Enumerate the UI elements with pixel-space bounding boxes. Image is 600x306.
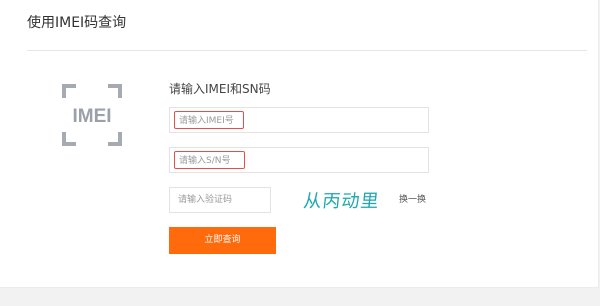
imei-logo-text: IMEI <box>72 106 111 127</box>
imei-placeholder: 请输入IMEI号 <box>174 111 244 129</box>
sn-input[interactable]: 请输入S/N号 <box>169 147 429 173</box>
form-heading: 请输入IMEI和SN码 <box>169 82 271 96</box>
query-panel: 使用IMEI码查询 IMEI 请输入IMEI和SN码 请输入IMEI号 请输入S… <box>0 0 599 288</box>
captcha-placeholder: 请输入验证码 <box>178 195 233 205</box>
page-title: 使用IMEI码查询 <box>27 15 127 31</box>
captcha-image[interactable]: 从丙动里 <box>302 187 384 213</box>
title-divider <box>27 50 587 51</box>
sn-placeholder: 请输入S/N号 <box>174 151 245 169</box>
imei-input[interactable]: 请输入IMEI号 <box>169 107 429 133</box>
captcha-input[interactable]: 请输入验证码 <box>169 187 271 213</box>
captcha-text: 从丙动里 <box>302 191 380 212</box>
submit-query-button[interactable]: 立即查询 <box>169 227 276 254</box>
refresh-captcha-link[interactable]: 换一换 <box>399 194 426 206</box>
imei-scan-icon: IMEI <box>62 84 122 146</box>
